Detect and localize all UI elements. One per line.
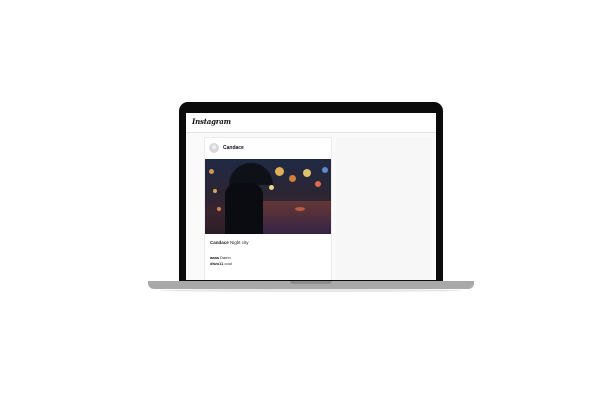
laptop-shadow	[160, 289, 462, 292]
bokeh-light	[289, 175, 296, 182]
comment-username[interactable]: dlwo11	[210, 261, 223, 266]
bokeh-light	[275, 167, 284, 176]
bokeh-light	[295, 207, 305, 211]
bokeh-light	[303, 169, 311, 177]
bokeh-light	[315, 181, 321, 187]
instagram-logo[interactable]: Instagram	[192, 117, 231, 126]
bokeh-light	[269, 185, 274, 190]
bokeh-light	[213, 189, 217, 193]
avatar[interactable]	[209, 143, 219, 153]
comment-row: dlwo11 cool	[210, 261, 232, 266]
umbrella-silhouette	[229, 163, 273, 185]
person-silhouette	[225, 183, 263, 234]
laptop-notch	[290, 281, 332, 284]
comment-text: Damn	[220, 255, 231, 260]
bokeh-light	[217, 207, 221, 211]
right-sidebar	[336, 137, 432, 280]
wet-street-reflection	[260, 201, 331, 234]
feed-post: Candace Candace Night city aaaa Damn dlw…	[204, 137, 332, 280]
post-photo[interactable]	[205, 159, 331, 234]
bokeh-light	[322, 167, 328, 173]
top-navigation-bar: Instagram	[186, 113, 436, 133]
bokeh-light	[209, 169, 214, 174]
caption-text: Night city	[230, 240, 249, 245]
comment-row: aaaa Damn	[210, 255, 231, 260]
caption-username[interactable]: Candace	[210, 240, 229, 245]
post-username[interactable]: Candace	[223, 145, 244, 151]
laptop-screen: Instagram Candace Candace Night city aaa…	[186, 113, 436, 280]
comment-username[interactable]: aaaa	[210, 255, 219, 260]
post-caption: Candace Night city	[210, 240, 249, 245]
comment-text: cool	[224, 261, 232, 266]
